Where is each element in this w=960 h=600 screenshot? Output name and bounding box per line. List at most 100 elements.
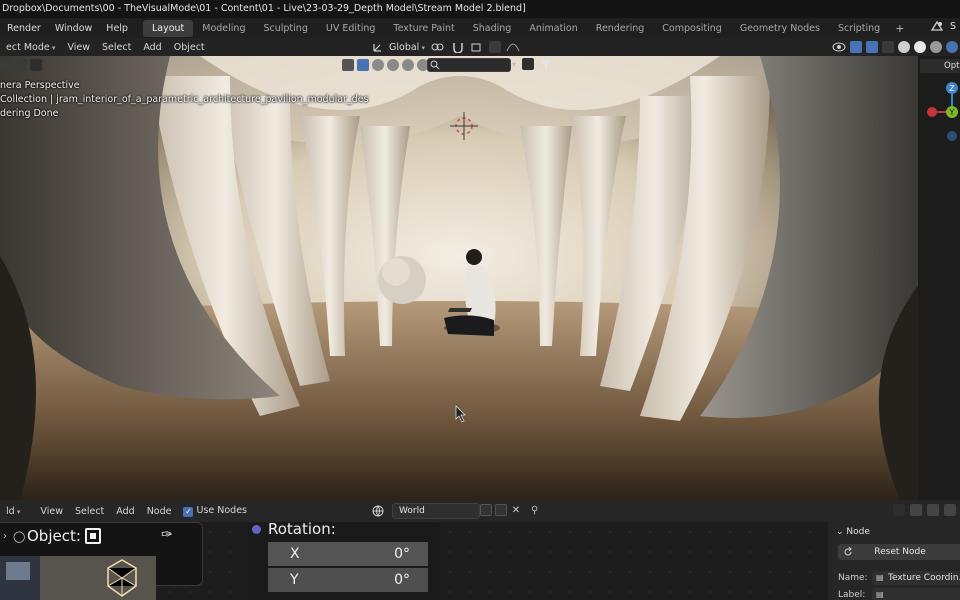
snap-icon[interactable]: [451, 41, 465, 53]
mode-dropdown[interactable]: ect Mode: [0, 42, 61, 53]
use-nodes-label: Use Nodes: [196, 505, 247, 516]
tab-sculpting[interactable]: Sculpting: [254, 20, 316, 37]
node-menu-select[interactable]: Select: [69, 506, 110, 517]
filter-camera-icon[interactable]: [387, 59, 399, 71]
fake-user-shield-icon[interactable]: [480, 504, 492, 516]
rotation-y-field[interactable]: Y 0°: [268, 568, 428, 592]
tab-layout[interactable]: Layout: [142, 19, 194, 37]
viewport-search-input[interactable]: [427, 58, 511, 72]
close-icon[interactable]: ✕: [510, 505, 522, 516]
viewport-menu-add[interactable]: Add: [137, 42, 167, 53]
viewport-menu-select[interactable]: Select: [96, 42, 137, 53]
proportional-edit-icon[interactable]: [489, 41, 502, 53]
scene-selector[interactable]: S: [930, 20, 956, 32]
camera-perspective-label: nera Perspective: [0, 80, 80, 91]
scene-icon: [930, 20, 944, 31]
pin-icon[interactable]: ⚲: [531, 505, 538, 516]
rotation-x-label: X: [290, 546, 300, 562]
use-nodes-toggle[interactable]: ✓ Use Nodes: [177, 505, 253, 517]
menu-window[interactable]: Window: [48, 23, 99, 34]
rotation-x-field[interactable]: X 0°: [268, 542, 428, 566]
object-selector-icon[interactable]: [85, 528, 101, 544]
reset-node-button[interactable]: Reset Node: [838, 544, 960, 560]
world-name-field[interactable]: World: [392, 503, 480, 519]
duplicate-icon[interactable]: [495, 504, 507, 516]
sidebar-tab-options[interactable]: Opti: [920, 59, 960, 73]
tab-uv-editing[interactable]: UV Editing: [317, 20, 385, 37]
world-icon[interactable]: [372, 505, 388, 517]
node-label-field[interactable]: ▤: [872, 588, 960, 600]
menu-help[interactable]: Help: [99, 23, 135, 34]
viewport-display-tools: [832, 38, 958, 56]
node-menu-add[interactable]: Add: [110, 506, 140, 517]
rotation-node[interactable]: Rotation: X 0° Y 0°: [248, 522, 440, 600]
overlay-toggle-icon[interactable]: [866, 41, 878, 53]
filter-light-icon[interactable]: [372, 59, 384, 71]
select-mode-icon[interactable]: [15, 59, 27, 71]
render-preview-image: [0, 56, 918, 500]
node-editor-canvas[interactable]: › ◯ Object: ✑ Rotation: X 0° Y 0°: [0, 522, 828, 600]
shading-material-icon[interactable]: [930, 41, 942, 53]
viewport-menu-view[interactable]: View: [61, 42, 96, 53]
xray-toggle-icon[interactable]: [882, 41, 894, 53]
tab-texture-paint[interactable]: Texture Paint: [384, 20, 463, 37]
filter-mesh-icon[interactable]: [342, 59, 354, 71]
shading-solid-icon[interactable]: [914, 41, 926, 53]
parent-node-icon[interactable]: [893, 504, 905, 516]
viewport-tool-row: ▾: [0, 56, 918, 74]
tab-rendering[interactable]: Rendering: [587, 20, 654, 37]
filter-toolbar: [342, 59, 429, 71]
editor-type-dropdown[interactable]: ld: [0, 506, 26, 517]
3d-viewport[interactable]: ▾ nera Perspective Collection | jram_int…: [0, 56, 918, 500]
node-menu-view[interactable]: View: [34, 506, 69, 517]
add-workspace-button[interactable]: +: [889, 22, 910, 35]
overlay-icon[interactable]: [910, 504, 922, 516]
tab-compositing[interactable]: Compositing: [653, 20, 731, 37]
neg-z-axis-icon[interactable]: [947, 131, 957, 141]
label-label: Label:: [838, 590, 866, 600]
filter-world-icon[interactable]: [402, 59, 414, 71]
tab-shading[interactable]: Shading: [464, 20, 521, 37]
checkbox-icon: ✓: [183, 507, 194, 517]
tab-scripting[interactable]: Scripting: [829, 20, 889, 37]
y-axis-label: Y: [949, 108, 955, 117]
orientation-dropdown[interactable]: Global: [389, 42, 425, 53]
workspace-tabs: Layout Modeling Sculpting UV Editing Tex…: [142, 19, 889, 37]
tab-animation[interactable]: Animation: [520, 20, 586, 37]
tab-geometry-nodes[interactable]: Geometry Nodes: [731, 20, 829, 37]
viewport-menu-object[interactable]: Object: [168, 42, 211, 53]
select-extend-icon[interactable]: [30, 59, 42, 71]
falloff-icon[interactable]: [506, 41, 520, 53]
node-section-header[interactable]: ⌄ Node: [836, 527, 870, 537]
z-axis-label: Z: [949, 84, 955, 93]
node-name-value: Texture Coordin...: [888, 573, 960, 583]
select-box-icon[interactable]: [0, 59, 12, 71]
tab-modeling[interactable]: Modeling: [193, 20, 254, 37]
shading-rendered-icon[interactable]: [946, 41, 958, 53]
rotation-y-label: Y: [290, 572, 299, 588]
snap-target-icon[interactable]: [470, 41, 484, 53]
transform-tools: Global: [372, 38, 520, 56]
gizmo-toggle-icon[interactable]: [850, 41, 862, 53]
object-label: Object:: [27, 527, 81, 545]
eyedropper-icon[interactable]: ✑: [161, 527, 173, 543]
node-menu-node[interactable]: Node: [141, 506, 178, 517]
x-axis-icon[interactable]: [927, 107, 937, 117]
snap-grid-icon[interactable]: [944, 504, 956, 516]
snapping-icon[interactable]: [927, 504, 939, 516]
filter-object-icon[interactable]: [357, 59, 369, 71]
filter-icon[interactable]: [540, 58, 552, 70]
socket-dot-icon[interactable]: [252, 525, 261, 534]
menu-render[interactable]: Render: [0, 23, 48, 34]
navigation-gizmo[interactable]: Z Y: [918, 78, 960, 158]
webcam-image: [0, 556, 156, 600]
collapse-arrow-icon[interactable]: ›: [3, 531, 7, 542]
visibility-icon[interactable]: [832, 41, 846, 53]
node-name-field[interactable]: ▤ Texture Coordin...: [872, 571, 960, 585]
shading-wire-icon[interactable]: [898, 41, 910, 53]
pivot-icon[interactable]: [430, 41, 446, 53]
sort-icon[interactable]: [522, 58, 535, 70]
refresh-icon: [844, 547, 852, 556]
chevron-down-icon[interactable]: ▾: [512, 60, 516, 69]
top-menubar: Render Window Help Layout Modeling Sculp…: [0, 18, 960, 38]
